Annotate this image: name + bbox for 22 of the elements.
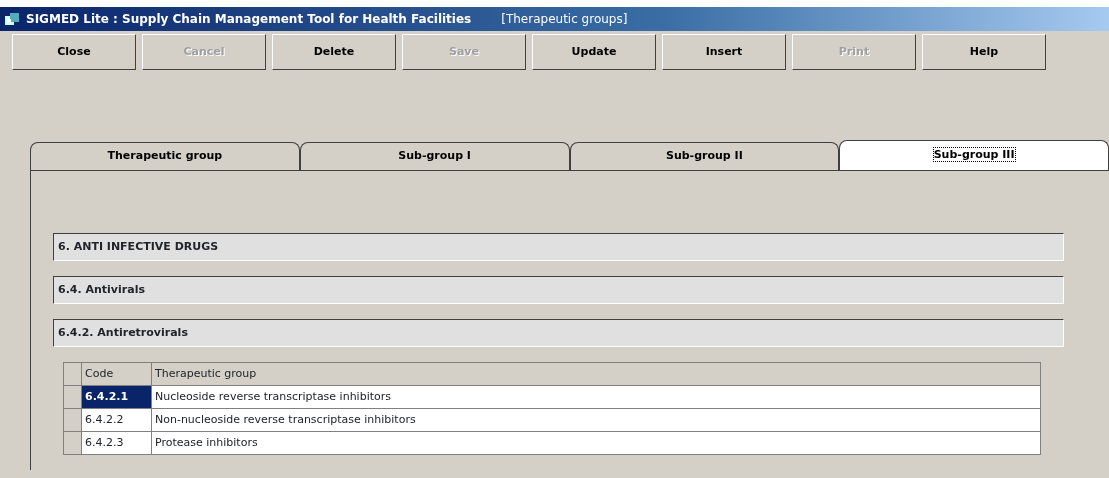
table-cell: Non-nucleoside reverse transcriptase inhibitors <box>151 408 1041 432</box>
table-cell: 6.4.2.2 <box>81 408 152 432</box>
table-cell: Nucleoside reverse transcriptase inhibitors <box>151 385 1041 409</box>
toolbar-button[interactable]: Help <box>922 34 1046 70</box>
column-header: Code <box>81 362 152 386</box>
column-header: Therapeutic group <box>151 362 1041 386</box>
toolbar-button[interactable]: Close <box>12 34 136 70</box>
tab[interactable]: Therapeutic group <box>30 142 300 170</box>
toolbar-button[interactable]: Insert <box>662 34 786 70</box>
tab[interactable]: Sub-group II <box>569 142 840 170</box>
window-title: SIGMED Lite : Supply Chain Management Tool for Health Facilities <box>26 11 472 28</box>
readonly-field: 6.4. Antivirals <box>53 276 1064 304</box>
table-cell: Protease inhibitors <box>151 431 1041 455</box>
readonly-field: 6.4.2. Antiretrovirals <box>53 319 1064 347</box>
tab[interactable]: Sub-group I <box>299 142 570 170</box>
app-icon <box>4 11 20 27</box>
toolbar-button[interactable]: Delete <box>272 34 396 70</box>
readonly-field: 6. ANTI INFECTIVE DRUGS <box>53 233 1064 261</box>
tab[interactable]: Sub-group III <box>839 140 1109 170</box>
window-subtitle: [Therapeutic groups] <box>501 11 628 28</box>
table-cell: 6.4.2.3 <box>81 431 152 455</box>
toolbar-button[interactable]: Update <box>532 34 656 70</box>
